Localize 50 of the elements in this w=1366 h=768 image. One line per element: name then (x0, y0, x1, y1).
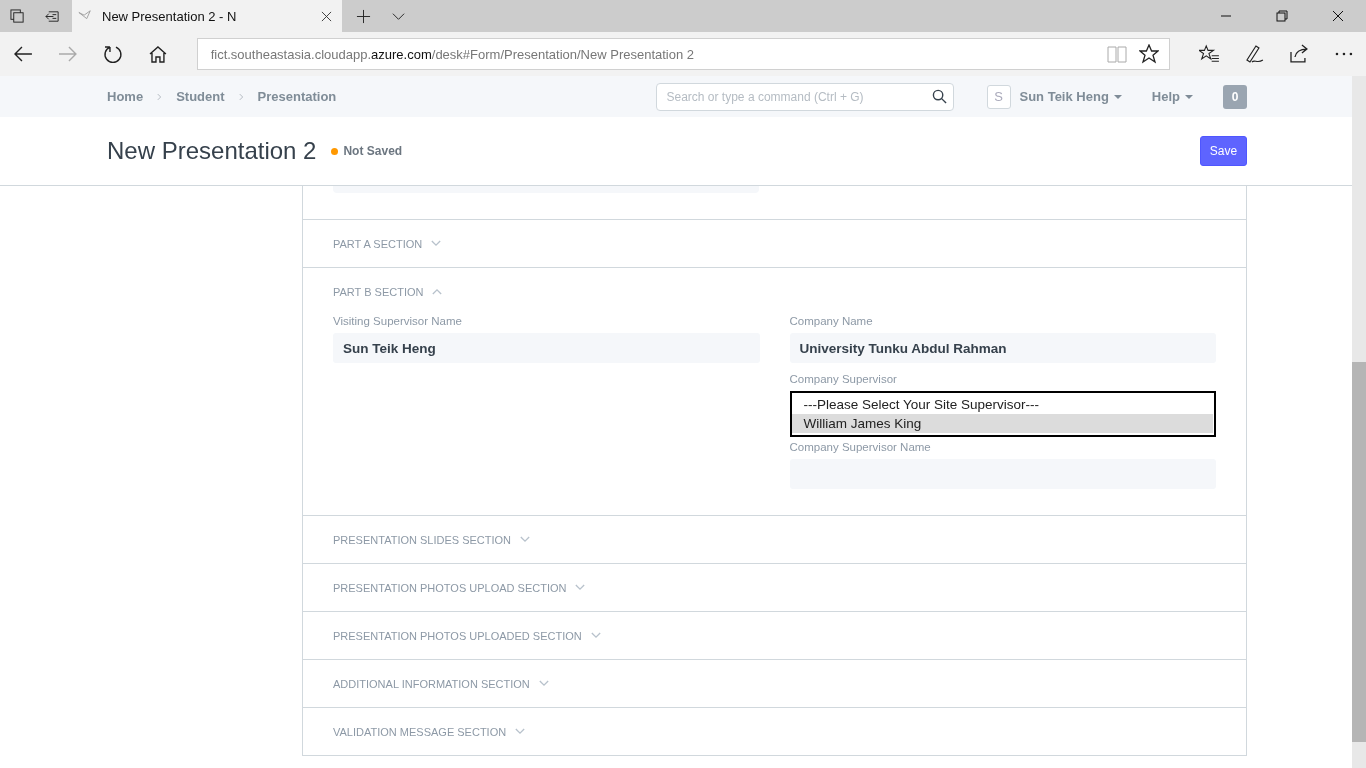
close-icon[interactable] (1332, 10, 1344, 22)
dropdown-list[interactable]: ---Please Select Your Site Supervisor--- William James King (789, 391, 1216, 437)
share-icon[interactable] (1289, 44, 1310, 64)
status-label: Not Saved (343, 144, 403, 158)
caret-icon (1185, 94, 1193, 99)
notification-count[interactable]: 0 (1223, 84, 1247, 109)
breadcrumb-link[interactable]: Student (176, 89, 225, 104)
star-icon[interactable] (1139, 44, 1160, 64)
set-aside-tabs-icon[interactable] (45, 8, 60, 24)
input-field[interactable]: Sun Teik Heng (333, 333, 760, 363)
field-label: Company Supervisor Name (789, 441, 932, 453)
address-bar[interactable]: fict.southeastasia.cloudapp.azure.com/desk#Form/Presentation/New Presentation 2 (196, 38, 1171, 70)
search-field[interactable]: Search or type a command (Ctrl + G) (655, 82, 954, 111)
section-heading[interactable]: PRESENTATION PHOTOS UPLOAD SECTION (333, 581, 567, 594)
section-heading[interactable]: PRESENTATION SLIDES SECTION (333, 533, 512, 546)
status-dot (331, 147, 339, 155)
input-field[interactable] (333, 186, 759, 193)
search-icon[interactable] (931, 88, 947, 104)
dropdown-option[interactable]: William James King (791, 414, 1213, 433)
breadcrumb-link[interactable]: Home (107, 89, 144, 104)
url-text: fict.southeastasia.cloudapp.azure.com/desk#Form/Presentation/New Presentation 2 (210, 46, 695, 62)
help-menu[interactable]: Help (1151, 89, 1193, 104)
section-heading[interactable]: ADDITIONAL INFORMATION SECTION (333, 677, 530, 690)
field-label: Visiting Supervisor Name (333, 315, 463, 327)
restore-icon[interactable] (1276, 10, 1288, 22)
refresh-icon[interactable] (102, 44, 123, 64)
field-label: Company Supervisor (789, 373, 898, 385)
save-button[interactable]: Save (1200, 136, 1247, 166)
user-menu[interactable]: Sun Teik Heng (1019, 89, 1122, 104)
home-icon[interactable] (147, 44, 168, 64)
favorites-icon[interactable] (1199, 44, 1220, 64)
scrollbar[interactable] (1352, 76, 1366, 768)
close-tab-icon[interactable] (321, 10, 332, 22)
tab-title: New Presentation 2 - N (102, 8, 238, 24)
dropdown-option[interactable]: ---Please Select Your Site Supervisor--- (791, 395, 1213, 414)
section-heading[interactable]: VALIDATION MESSAGE SECTION (333, 725, 507, 738)
tabs-icon[interactable] (10, 8, 25, 24)
section-heading[interactable]: PRESENTATION PHOTOS UPLOADED SECTION (333, 629, 582, 642)
breadcrumb-link[interactable]: Presentation (257, 89, 337, 104)
section-heading[interactable]: PART A SECTION (333, 237, 423, 250)
field-label: Company Name (789, 315, 874, 327)
section-heading[interactable]: PART B SECTION (333, 285, 424, 298)
input-field[interactable]: University Tunku Abdul Rahman (789, 333, 1216, 363)
avatar[interactable]: S (986, 84, 1011, 109)
caret-icon (1113, 94, 1122, 99)
browser-tab[interactable]: New Presentation 2 - N (72, 0, 342, 32)
back-icon[interactable] (13, 44, 33, 64)
page-title: New Presentation 2 (107, 137, 317, 165)
new-tab-icon[interactable] (356, 8, 371, 24)
pen-icon[interactable] (1244, 44, 1265, 64)
